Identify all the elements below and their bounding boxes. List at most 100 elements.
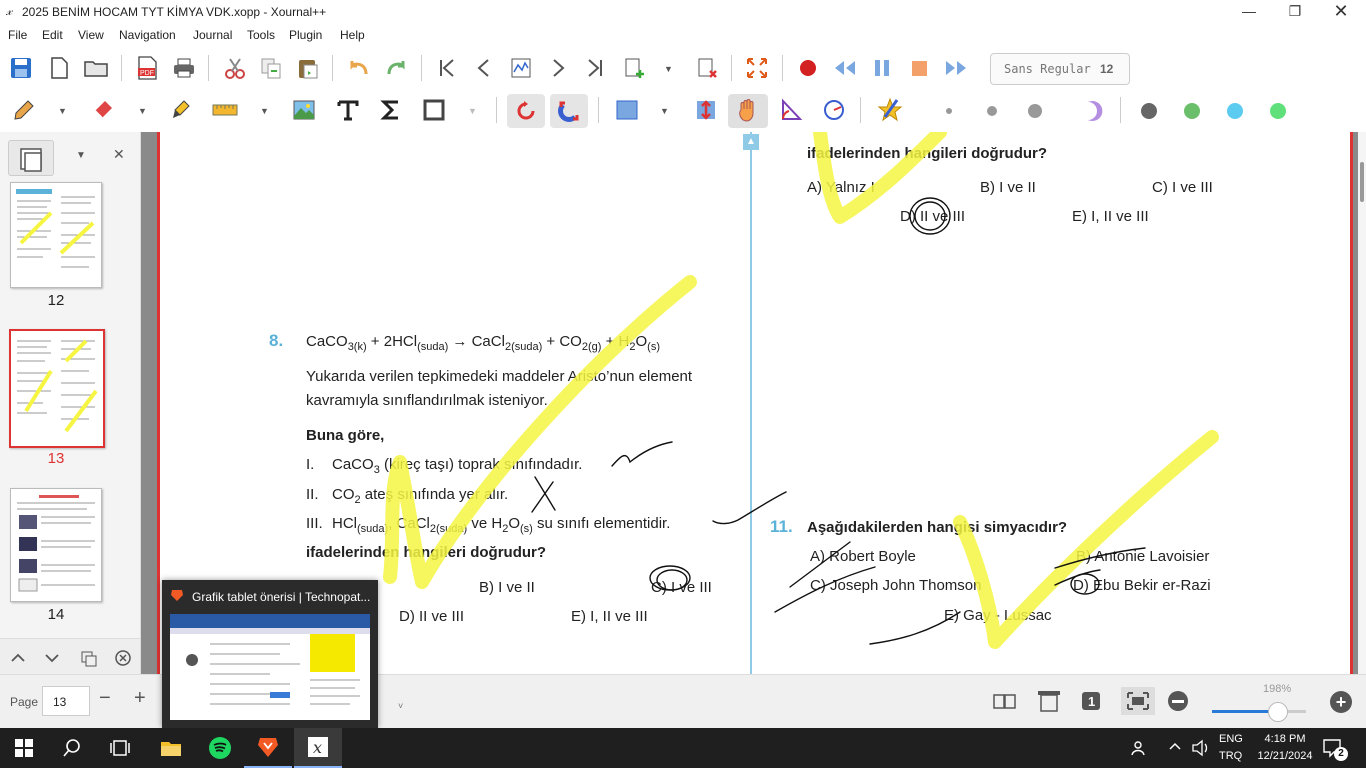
stop-icon[interactable] (904, 53, 934, 83)
brave-browser-icon[interactable] (244, 728, 292, 768)
close-button[interactable]: ✕ (1318, 0, 1364, 24)
menu-navigation[interactable]: Navigation (119, 28, 176, 42)
layout-controls[interactable]: 1 (990, 687, 1210, 715)
xournal-taskbar-icon[interactable]: x (294, 728, 342, 768)
setsquare-icon[interactable] (776, 95, 806, 125)
volume-icon[interactable] (1191, 739, 1211, 760)
chevron-down-icon[interactable]: ▼ (76, 150, 86, 161)
file-explorer-icon[interactable] (147, 728, 195, 768)
toolbar-separator (860, 97, 861, 123)
windows-taskbar: x ENG TRQ 4:18 PM 12/21/2024 2 (0, 728, 1366, 768)
toolbar-separator (782, 55, 783, 81)
zoom-slider-handle[interactable] (1268, 702, 1288, 722)
language-indicator-1[interactable]: ENG (1219, 733, 1243, 745)
new-page-icon[interactable] (44, 53, 74, 83)
next-page-icon[interactable] (543, 53, 573, 83)
rewind-icon[interactable] (830, 53, 860, 83)
spotify-icon[interactable] (196, 728, 244, 768)
shape-rect-icon[interactable] (419, 95, 449, 125)
chevron-down-icon[interactable]: ▼ (58, 106, 68, 116)
menu-view[interactable]: View (78, 28, 104, 42)
menu-plugin[interactable]: Plugin (289, 28, 322, 42)
math-tex-icon[interactable] (376, 95, 406, 125)
vertical-space-icon[interactable] (691, 95, 721, 125)
page-number-input[interactable]: 13 (42, 686, 90, 716)
restore-button[interactable]: ❐ (1272, 0, 1318, 24)
people-icon[interactable] (1130, 738, 1150, 761)
pen-sizes[interactable] (940, 98, 1110, 124)
chevron-down-icon[interactable]: ▼ (660, 106, 670, 116)
clock-date[interactable]: 12/21/2024 (1250, 750, 1320, 762)
first-page-icon[interactable] (432, 53, 462, 83)
page-thumbnail-14[interactable] (10, 488, 102, 602)
menu-help[interactable]: Help (340, 28, 365, 42)
rotation-snap-icon[interactable] (507, 94, 545, 128)
print-icon[interactable] (169, 53, 199, 83)
redo-icon[interactable] (381, 53, 411, 83)
language-indicator-2[interactable]: TRQ (1219, 750, 1242, 762)
paste-icon[interactable] (293, 53, 323, 83)
move-page-down-icon (45, 654, 59, 663)
scrollbar-thumb[interactable] (1360, 162, 1364, 202)
image-icon[interactable] (289, 95, 319, 125)
chevron-down-icon[interactable]: ˅ (398, 701, 403, 711)
goto-page-icon[interactable] (506, 53, 536, 83)
minimize-button[interactable]: — (1226, 0, 1272, 24)
chevron-up-icon[interactable] (1168, 740, 1182, 757)
chevron-down-icon[interactable]: ▼ (138, 106, 148, 116)
save-icon[interactable] (6, 53, 36, 83)
task-view-icon[interactable] (96, 728, 144, 768)
pause-icon[interactable] (867, 53, 897, 83)
delete-page-icon[interactable] (692, 53, 722, 83)
favorites-pen-icon[interactable] (875, 95, 905, 125)
clock-time[interactable]: 4:18 PM (1260, 733, 1310, 745)
fast-forward-icon[interactable] (941, 53, 971, 83)
menu-tools[interactable]: Tools (247, 28, 275, 42)
close-sidebar-icon[interactable]: ✕ (113, 146, 125, 163)
zoom-in-icon[interactable]: + (1330, 691, 1352, 713)
record-icon[interactable] (793, 53, 823, 83)
copy-icon[interactable] (256, 53, 286, 83)
zoom-slider[interactable] (1212, 702, 1306, 722)
menu-edit[interactable]: Edit (42, 28, 63, 42)
cut-icon[interactable] (220, 53, 250, 83)
search-icon[interactable] (48, 728, 96, 768)
page-increment-button[interactable]: + (134, 687, 146, 710)
layers-icon[interactable] (8, 140, 54, 176)
page-label: Page (10, 695, 39, 709)
page-thumbnail-13[interactable] (9, 329, 105, 448)
undo-icon[interactable] (344, 53, 374, 83)
menu-journal[interactable]: Journal (193, 28, 232, 42)
preview-thumbnail[interactable] (170, 614, 370, 720)
font-selector[interactable]: Sans Regular 12 (990, 53, 1130, 85)
pen-icon[interactable] (9, 95, 39, 125)
compass-icon[interactable] (819, 95, 849, 125)
main-toolbar: PDF ▼ (0, 46, 1366, 90)
last-page-icon[interactable] (580, 53, 610, 83)
vertical-scrollbar[interactable] (1358, 132, 1366, 674)
page-thumbnail-12[interactable] (10, 182, 102, 288)
tool-toolbar: ▼ ▼ ▼ ▼ ▼ (0, 90, 1366, 132)
eraser-icon[interactable] (88, 95, 118, 125)
page-decrement-button[interactable]: − (99, 687, 111, 710)
select-rect-icon[interactable] (612, 95, 642, 125)
hand-tool-icon[interactable] (728, 94, 768, 128)
insert-page-icon[interactable] (619, 53, 649, 83)
open-folder-icon[interactable] (81, 53, 111, 83)
highlighter-icon[interactable] (167, 95, 197, 125)
grid-snap-icon[interactable] (550, 94, 588, 128)
chevron-down-icon[interactable]: ▼ (468, 106, 478, 116)
popup-title: Grafik tablet önerisi | Technopat... (192, 590, 371, 604)
taskbar-preview-popup[interactable]: Grafik tablet önerisi | Technopat... (162, 580, 378, 728)
color-palette[interactable] (1138, 99, 1288, 123)
previous-page-icon[interactable] (469, 53, 499, 83)
menu-file[interactable]: File (8, 28, 27, 42)
svg-text:PDF: PDF (140, 70, 154, 77)
chevron-down-icon[interactable]: ▼ (664, 64, 674, 74)
fullscreen-icon[interactable] (742, 53, 772, 83)
chevron-down-icon[interactable]: ▼ (260, 106, 270, 116)
ruler-icon[interactable] (210, 95, 240, 125)
windows-start-icon[interactable] (0, 728, 48, 768)
text-tool-icon[interactable] (333, 95, 363, 125)
export-pdf-icon[interactable]: PDF (132, 53, 162, 83)
